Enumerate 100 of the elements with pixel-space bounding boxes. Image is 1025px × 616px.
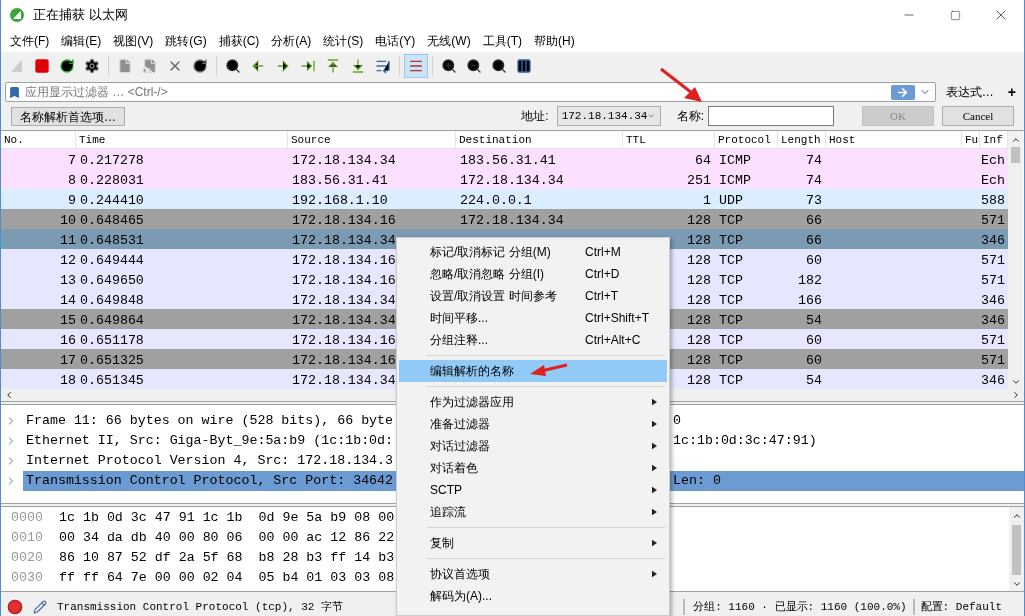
table-cell: 172.18.134.34 [292, 233, 396, 248]
table-cell: 346 [981, 233, 1005, 248]
status-text: Transmission Control Protocol (tcp), 32 字节 [57, 599, 344, 615]
table-cell: 73 [806, 193, 822, 208]
table-cell: 0.649864 [80, 313, 144, 328]
table-cell: 183.56.31.41 [292, 173, 388, 188]
table-cell: 0.648465 [80, 213, 144, 228]
table-cell: 172.18.134.16 [292, 253, 396, 268]
table-cell: 14 [60, 293, 76, 308]
table-cell: TCP [719, 293, 743, 308]
table-cell: TCP [719, 213, 743, 228]
table-cell: 172.18.134.34 [460, 173, 564, 188]
table-cell: 0.228031 [80, 173, 144, 188]
shortcut-text: Ctrl+Alt+C [585, 332, 641, 349]
table-cell: 128 [687, 213, 711, 228]
table-cell: 172.18.134.34 [292, 153, 396, 168]
shortcut-text: Ctrl+D [585, 266, 620, 283]
table-cell: 224.0.0.1 [460, 193, 532, 208]
table-cell: 60 [806, 253, 822, 268]
table-cell: 571 [981, 273, 1005, 288]
table-cell: 54 [806, 373, 822, 388]
table-cell: 128 [687, 373, 711, 388]
byte-offset: 0020 [11, 549, 44, 568]
table-cell: 60 [806, 333, 822, 348]
table-cell: 172.18.134.16 [292, 333, 396, 348]
table-cell: 60 [806, 353, 822, 368]
table-cell: 346 [981, 313, 1005, 328]
table-cell: 0.649444 [80, 253, 144, 268]
table-cell: Ech [981, 173, 1005, 188]
table-cell: 0.244410 [80, 193, 144, 208]
hex-bytes: 00 34 da db 40 00 80 06 00 00 ac 12 86 22 [59, 529, 395, 548]
table-cell: 128 [687, 353, 711, 368]
table-cell: 128 [687, 293, 711, 308]
byte-offset: 0000 [11, 509, 44, 528]
table-cell: 64 [695, 153, 711, 168]
table-cell: 7 [68, 153, 76, 168]
table-cell: 0.651325 [80, 353, 144, 368]
table-cell: 172.18.134.34 [292, 373, 396, 388]
table-cell: 0.651345 [80, 373, 144, 388]
detail-text: 0 [673, 412, 681, 431]
hex-bytes: 1c 1b 0d 3c 47 91 1c 1b 0d 9e 5a b9 08 00 [59, 509, 395, 528]
table-cell: Ech [981, 153, 1005, 168]
table-cell: 128 [687, 313, 711, 328]
table-cell: TCP [719, 233, 743, 248]
table-cell: 172.18.134.34 [460, 213, 564, 228]
table-cell: TCP [719, 333, 743, 348]
table-cell: 166 [798, 293, 822, 308]
table-cell: 172.18.134.34 [292, 293, 396, 308]
table-cell: 571 [981, 353, 1005, 368]
table-cell: 10 [60, 213, 76, 228]
table-cell: 0.651178 [80, 333, 144, 348]
table-cell: 182 [798, 273, 822, 288]
table-cell: 17 [60, 353, 76, 368]
table-cell: 0.217278 [80, 153, 144, 168]
table-cell: 128 [687, 233, 711, 248]
shortcut-text: Ctrl+Shift+T [585, 310, 650, 327]
table-cell: 15 [60, 313, 76, 328]
table-cell: TCP [719, 373, 743, 388]
table-cell: 0.648531 [80, 233, 144, 248]
table-cell: 74 [806, 153, 822, 168]
detail-text: Len: 0 [673, 472, 721, 491]
detail-text: 1c:1b:0d:3c:47:91) [673, 432, 817, 451]
hex-bytes: 86 10 87 52 df 2a 5f 68 b8 28 b3 ff 14 b3 [59, 549, 395, 568]
table-cell: 346 [981, 293, 1005, 308]
table-cell: 571 [981, 213, 1005, 228]
table-cell: 588 [981, 193, 1005, 208]
window-title: 正在捕获 以太网 [33, 6, 128, 25]
table-cell: 11 [60, 233, 76, 248]
table-cell: TCP [719, 353, 743, 368]
table-cell: ICMP [719, 153, 751, 168]
table-cell: 571 [981, 333, 1005, 348]
address-label: 地址: [521, 108, 549, 125]
table-cell: 571 [981, 253, 1005, 268]
table-cell: 12 [60, 253, 76, 268]
table-cell: 16 [60, 333, 76, 348]
table-cell: 172.18.134.16 [292, 213, 396, 228]
table-cell: 172.18.134.16 [292, 273, 396, 288]
table-cell: 13 [60, 273, 76, 288]
table-cell: TCP [719, 313, 743, 328]
table-cell: 74 [806, 173, 822, 188]
table-cell: 54 [806, 313, 822, 328]
table-cell: 172.18.134.34 [292, 313, 396, 328]
table-cell: 18 [60, 373, 76, 388]
table-cell: TCP [719, 253, 743, 268]
byte-offset: 0010 [11, 529, 44, 548]
table-cell: 251 [687, 173, 711, 188]
table-cell: 128 [687, 253, 711, 268]
table-cell: 172.18.134.16 [292, 353, 396, 368]
table-cell: TCP [719, 273, 743, 288]
hex-bytes: ff ff 64 7e 00 00 02 04 05 b4 01 03 03 08 [59, 569, 395, 588]
shortcut-text: Ctrl+T [585, 288, 618, 305]
table-cell: 1 [703, 193, 711, 208]
table-cell: 0.649650 [80, 273, 144, 288]
table-cell: UDP [719, 193, 743, 208]
table-cell: 8 [68, 173, 76, 188]
table-cell: 128 [687, 333, 711, 348]
shortcut-text: Ctrl+M [585, 244, 621, 261]
table-cell: 183.56.31.41 [460, 153, 556, 168]
packet-count: 分组: 1160 · 已显示: 1160 (100.0%) [683, 598, 907, 616]
table-cell: 9 [68, 193, 76, 208]
